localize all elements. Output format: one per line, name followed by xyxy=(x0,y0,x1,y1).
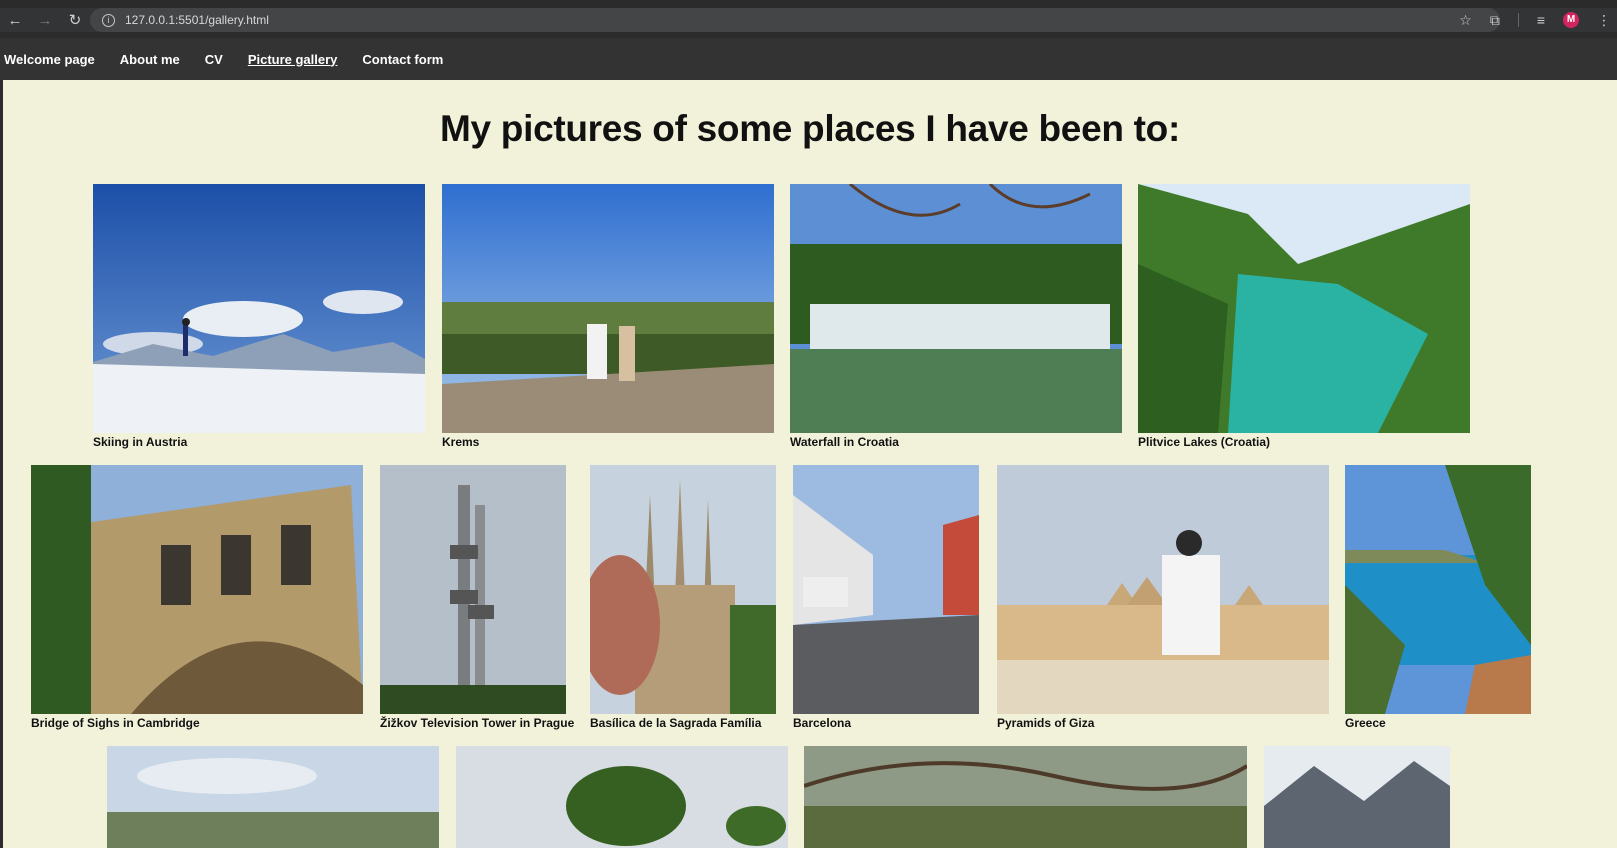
gallery-page: My pictures of some places I have been t… xyxy=(3,80,1617,848)
star-icon[interactable]: ☆ xyxy=(1459,12,1472,29)
nav-picture-gallery[interactable]: Picture gallery xyxy=(248,52,338,67)
caption-plitvice: Plitvice Lakes (Croatia) xyxy=(1138,435,1271,449)
photo-zizkov-tower[interactable] xyxy=(380,465,566,714)
nav-contact-form[interactable]: Contact form xyxy=(362,52,443,67)
info-icon[interactable]: i xyxy=(102,13,115,27)
forward-arrow-icon[interactable]: → xyxy=(30,12,60,29)
photo-krems[interactable] xyxy=(442,184,774,433)
reload-icon[interactable]: ↻ xyxy=(60,11,90,29)
photo-row3-3[interactable] xyxy=(804,746,1247,848)
photo-skiing[interactable] xyxy=(93,184,425,433)
page-title: My pictures of some places I have been t… xyxy=(440,108,1180,149)
photo-waterfall-croatia[interactable] xyxy=(790,184,1122,433)
caption-waterfall-croatia: Waterfall in Croatia xyxy=(790,435,899,449)
photo-barcelona[interactable] xyxy=(793,465,979,714)
nav-about-me[interactable]: About me xyxy=(120,52,180,67)
nav-welcome-page[interactable]: Welcome page xyxy=(4,52,95,67)
photo-greece[interactable] xyxy=(1345,465,1531,714)
url-text[interactable]: 127.0.0.1:5501/gallery.html xyxy=(125,13,269,27)
photo-pyramids[interactable] xyxy=(997,465,1329,714)
caption-krems: Krems xyxy=(442,435,480,449)
menu-icon[interactable]: ⋮ xyxy=(1597,12,1611,29)
caption-greece: Greece xyxy=(1345,716,1386,730)
caption-barcelona: Barcelona xyxy=(793,716,852,730)
photo-bridge-of-sighs[interactable] xyxy=(31,465,363,714)
caption-skiing: Skiing in Austria xyxy=(93,435,188,449)
back-arrow-icon[interactable]: ← xyxy=(0,12,30,29)
caption-sagrada-familia: Basílica de la Sagrada Família xyxy=(590,716,762,730)
browser-toolbar: ← → ↻ i 127.0.0.1:5501/gallery.html ☆ ⧉ … xyxy=(0,8,1617,32)
extensions-icon[interactable]: ⧉ xyxy=(1490,12,1500,29)
site-nav: Welcome page About me CV Picture gallery… xyxy=(0,38,1617,80)
photo-plitvice[interactable] xyxy=(1138,184,1470,433)
caption-bridge-of-sighs: Bridge of Sighs in Cambridge xyxy=(31,716,200,730)
avatar[interactable]: M xyxy=(1563,12,1579,28)
caption-pyramids: Pyramids of Giza xyxy=(997,716,1095,730)
photo-row3-4[interactable] xyxy=(1264,746,1450,848)
photo-row3-1[interactable] xyxy=(107,746,439,848)
caption-zizkov-tower: Žižkov Television Tower in Prague xyxy=(380,716,575,730)
toolbar-separator xyxy=(1517,13,1519,27)
nav-cv[interactable]: CV xyxy=(205,52,223,67)
photo-row3-2[interactable] xyxy=(456,746,788,848)
reading-list-icon[interactable]: ≡ xyxy=(1537,12,1545,28)
address-bar[interactable]: i 127.0.0.1:5501/gallery.html xyxy=(90,8,1500,32)
photo-sagrada-familia[interactable] xyxy=(590,465,776,714)
